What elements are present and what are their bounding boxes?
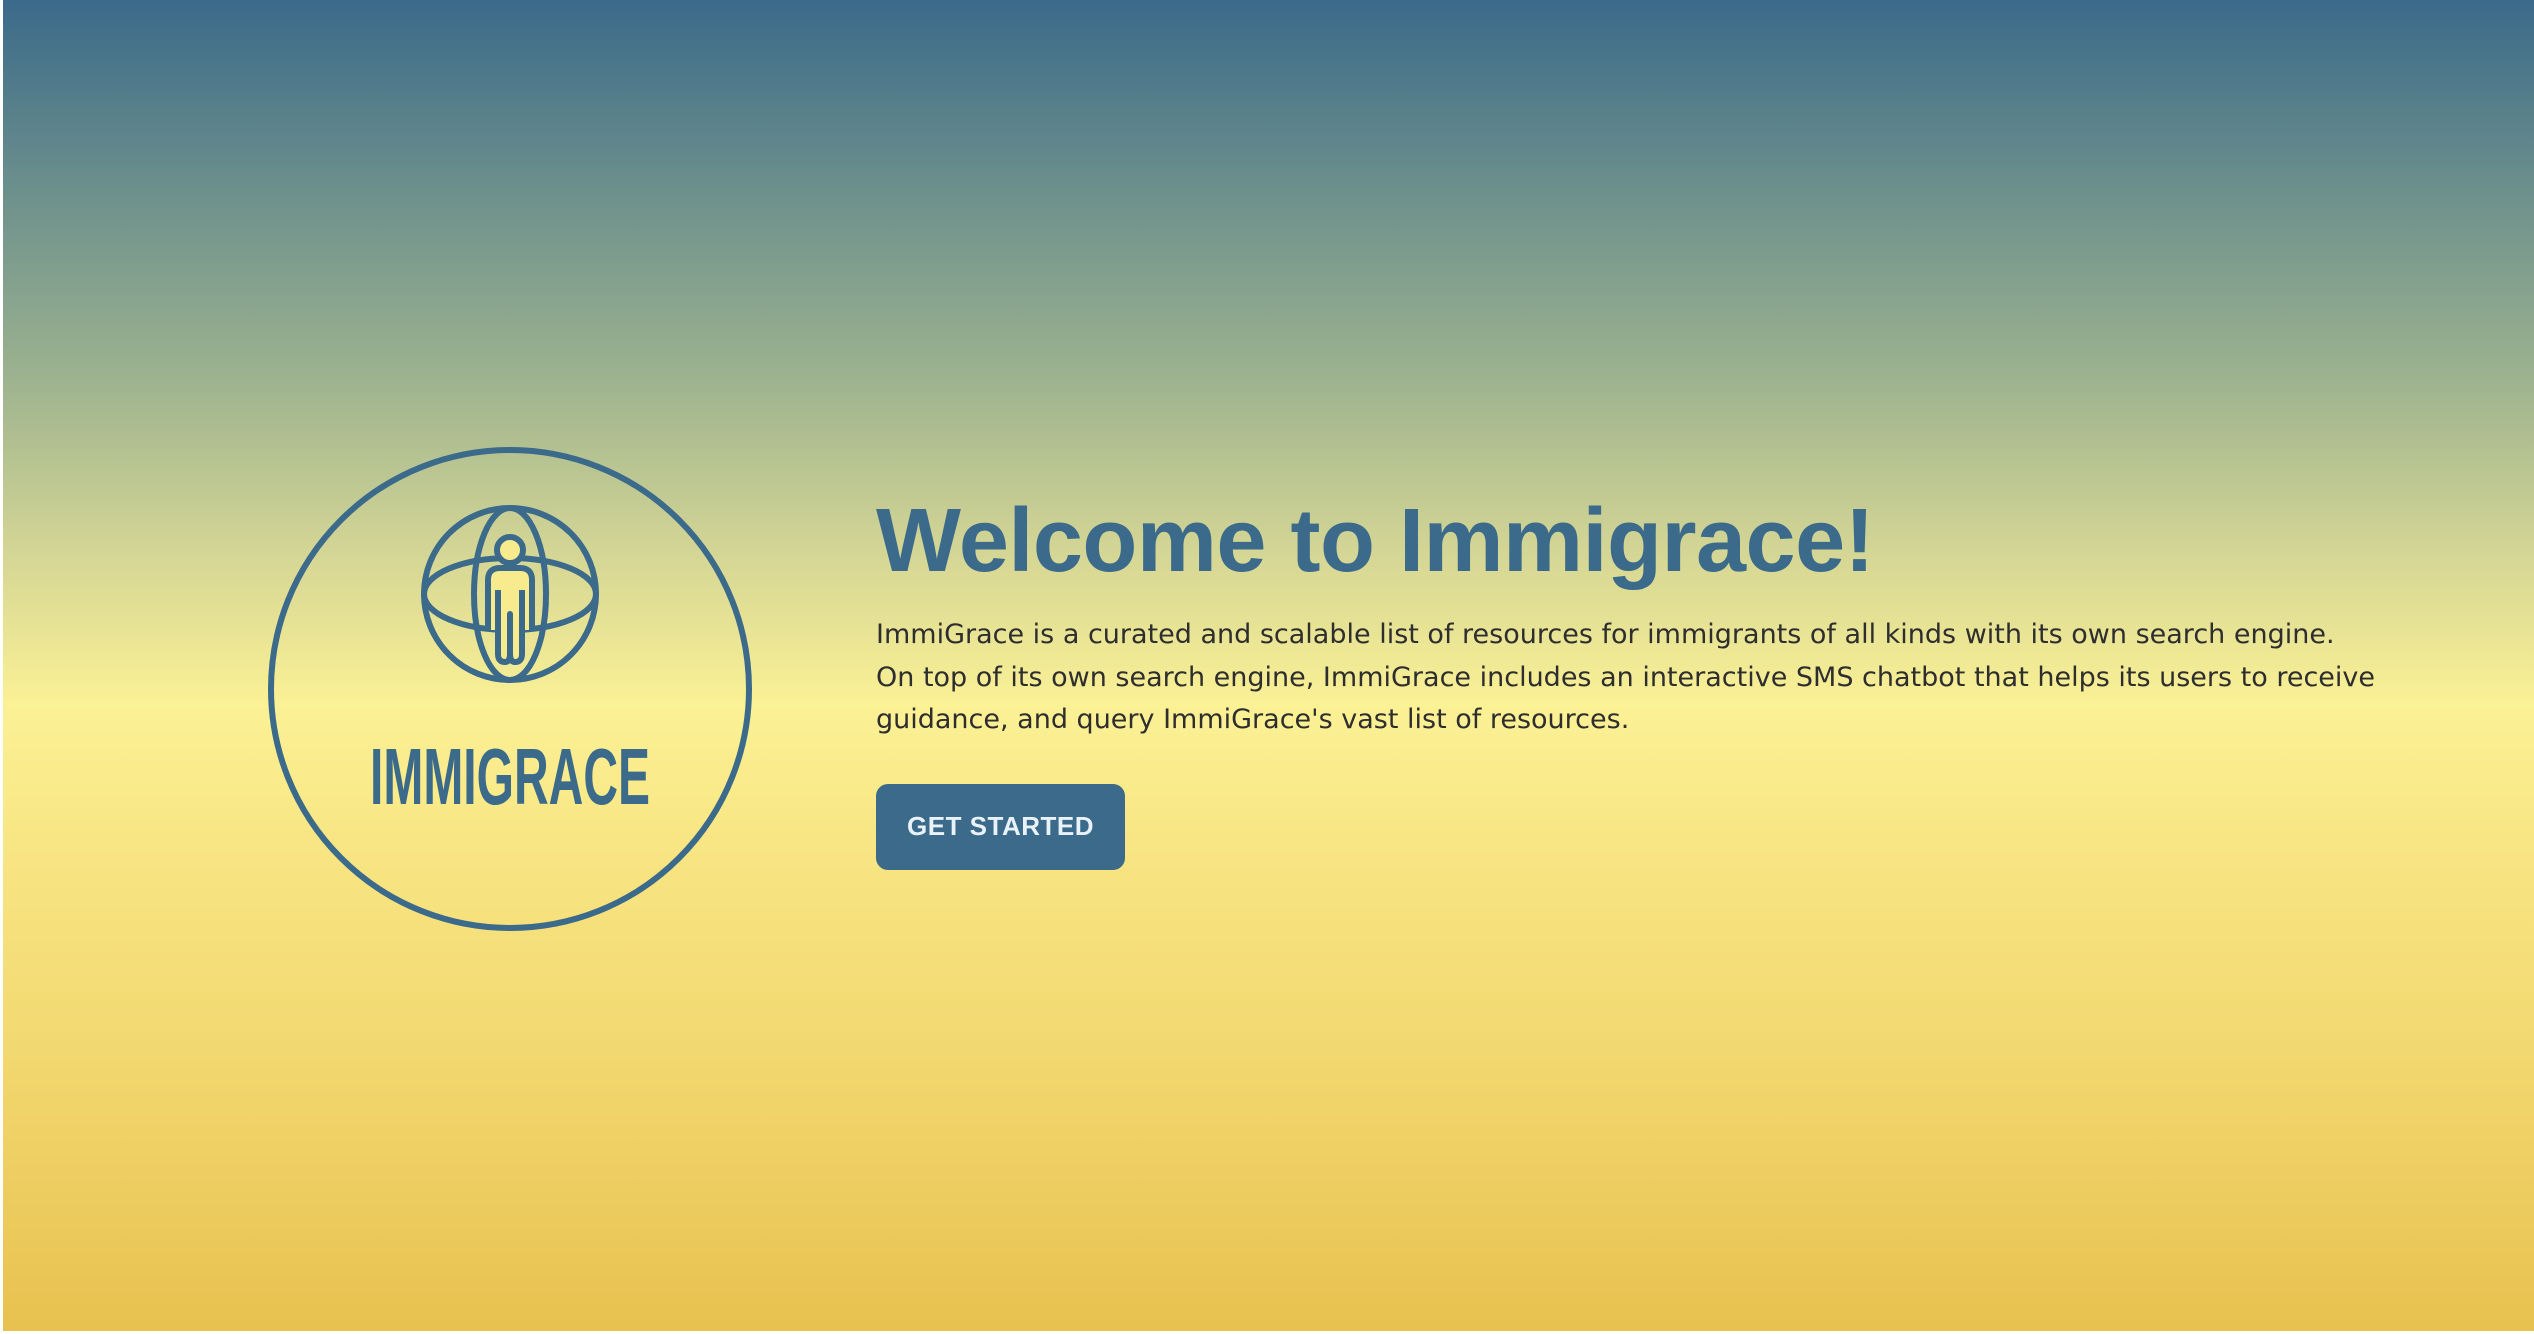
logo-wordmark: IMMIGRACE	[370, 732, 650, 821]
immigrace-logo: IMMIGRACE	[265, 444, 755, 934]
page-title: Welcome to Immigrace!	[876, 491, 1875, 591]
hero-section: IMMIGRACE Welcome to Immigrace! ImmiGrac…	[3, 0, 2534, 1331]
logo-outer-ring	[268, 447, 752, 931]
get-started-button[interactable]: GET STARTED	[876, 783, 1126, 870]
hero-content: Welcome to Immigrace! ImmiGrace is a cur…	[876, 490, 2396, 870]
hero-description: ImmiGrace is a curated and scalable list…	[876, 619, 2376, 735]
logo-emblem: IMMIGRACE	[268, 447, 752, 931]
globe-person-icon	[421, 505, 599, 683]
